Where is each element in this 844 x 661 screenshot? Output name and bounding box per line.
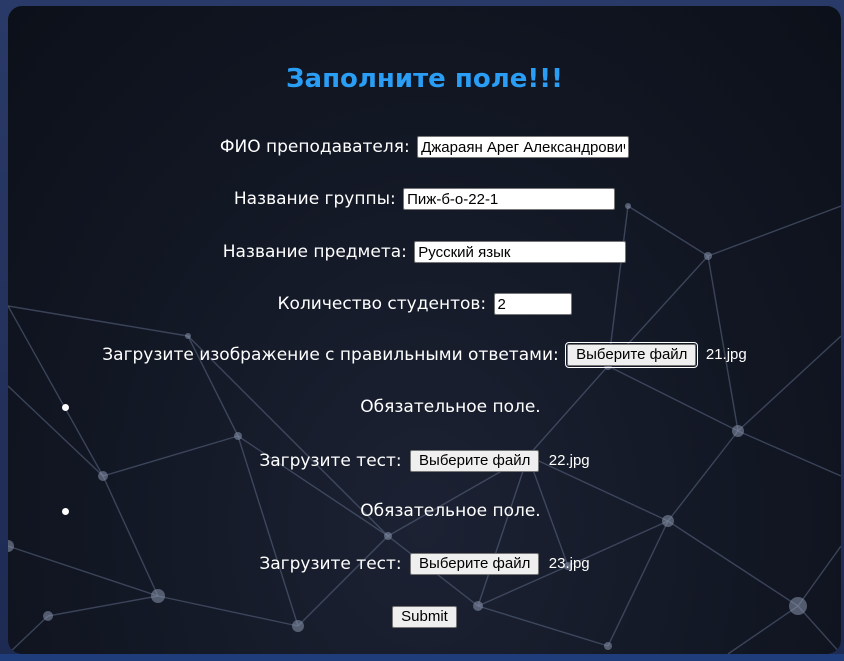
students-row: Количество студентов:	[8, 291, 841, 317]
test-upload-row: Загрузите тест: Выберите файл 23.jpg	[8, 551, 841, 577]
test-file-name: 22.jpg	[548, 452, 590, 469]
test-choose-file-button[interactable]: Выберите файл	[410, 450, 540, 472]
page-title: Заполните поле!!!	[286, 64, 563, 94]
teacher-row: ФИО преподавателя:	[8, 134, 841, 160]
bottom-edge	[0, 654, 844, 661]
browser-viewport: Заполните поле!!! ФИО преподавателя: Наз…	[0, 0, 844, 661]
answers-upload-row: Загрузите изображение с правильными отве…	[8, 342, 841, 368]
group-label: Название группы:	[233, 189, 396, 209]
subject-row: Название предмета:	[8, 239, 841, 265]
group-input[interactable]	[403, 188, 616, 210]
form-panel: Заполните поле!!! ФИО преподавателя: Наз…	[8, 6, 841, 654]
subject-input[interactable]	[414, 241, 627, 263]
teacher-label: ФИО преподавателя:	[219, 137, 410, 157]
group-row: Название группы:	[8, 186, 841, 212]
submit-button[interactable]: Submit	[392, 606, 457, 628]
test-upload-label: Загрузите тест:	[259, 451, 402, 471]
test-choose-file-button[interactable]: Выберите файл	[410, 553, 540, 575]
upload-form: Заполните поле!!! ФИО преподавателя: Наз…	[8, 6, 841, 654]
test-upload-row: Загрузите тест: Выберите файл 22.jpg	[8, 448, 841, 474]
required-notice-text: Обязательное поле.	[360, 397, 541, 417]
required-notice-text: Обязательное поле.	[360, 501, 541, 521]
test-upload-label: Загрузите тест:	[259, 554, 402, 574]
teacher-input[interactable]	[417, 136, 630, 158]
students-label: Количество студентов:	[277, 294, 487, 314]
submit-row: Submit	[8, 603, 841, 629]
answers-file-name: 21.jpg	[705, 346, 747, 363]
students-input[interactable]	[493, 293, 572, 315]
answers-upload-label: Загрузите изображение с правильными отве…	[102, 345, 559, 365]
answers-choose-file-button[interactable]: Выберите файл	[565, 342, 699, 368]
subject-label: Название предмета:	[222, 242, 407, 262]
test-file-name: 23.jpg	[548, 555, 590, 572]
